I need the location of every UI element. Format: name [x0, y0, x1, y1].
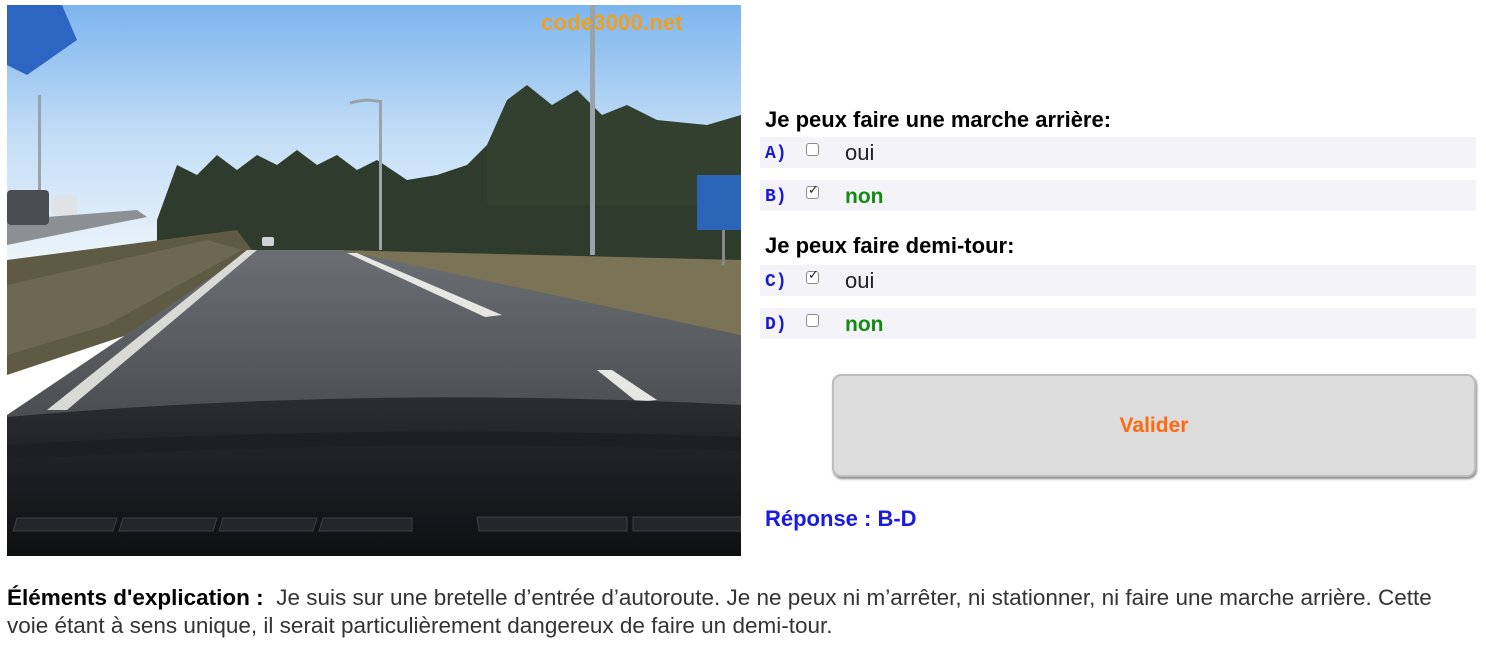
option-a-letter: A) — [765, 144, 787, 164]
option-c-text: oui — [845, 268, 875, 293]
option-c-letter: C) — [765, 272, 787, 292]
option-c-row[interactable]: C) ✓ oui — [760, 265, 1476, 296]
checkmark-icon: ✓ — [808, 183, 819, 198]
road-photo: code3000.net — [7, 5, 741, 556]
question-1-title: Je peux faire une marche arrière: — [765, 107, 1112, 132]
option-d-letter: D) — [765, 315, 787, 335]
option-b-letter: B) — [765, 187, 787, 207]
validate-button-label: Valider — [1119, 414, 1189, 437]
option-a-text: oui — [845, 140, 875, 165]
explanation-lead: Éléments d'explication : — [7, 585, 264, 610]
validate-button[interactable]: Valider — [832, 374, 1476, 477]
road-scene-image — [7, 5, 741, 556]
option-b-checkbox[interactable]: ✓ — [806, 183, 819, 199]
option-d-row[interactable]: D) non — [760, 308, 1476, 339]
option-d-text: non — [845, 313, 884, 336]
option-b-row[interactable]: B) ✓ non — [760, 180, 1476, 211]
explanation: Éléments d'explication : Je suis sur une… — [7, 584, 1447, 640]
watermark: code3000.net — [541, 10, 683, 35]
option-c-checkbox[interactable]: ✓ — [806, 268, 819, 284]
option-b-text: non — [845, 185, 884, 208]
option-a-row[interactable]: A) oui — [760, 137, 1476, 168]
option-a-checkbox[interactable] — [806, 143, 819, 156]
answer-text: Réponse : B-D — [765, 506, 917, 531]
option-d-checkbox[interactable] — [806, 314, 819, 327]
checkmark-icon: ✓ — [808, 268, 819, 283]
question-2-title: Je peux faire demi-tour: — [765, 233, 1015, 258]
